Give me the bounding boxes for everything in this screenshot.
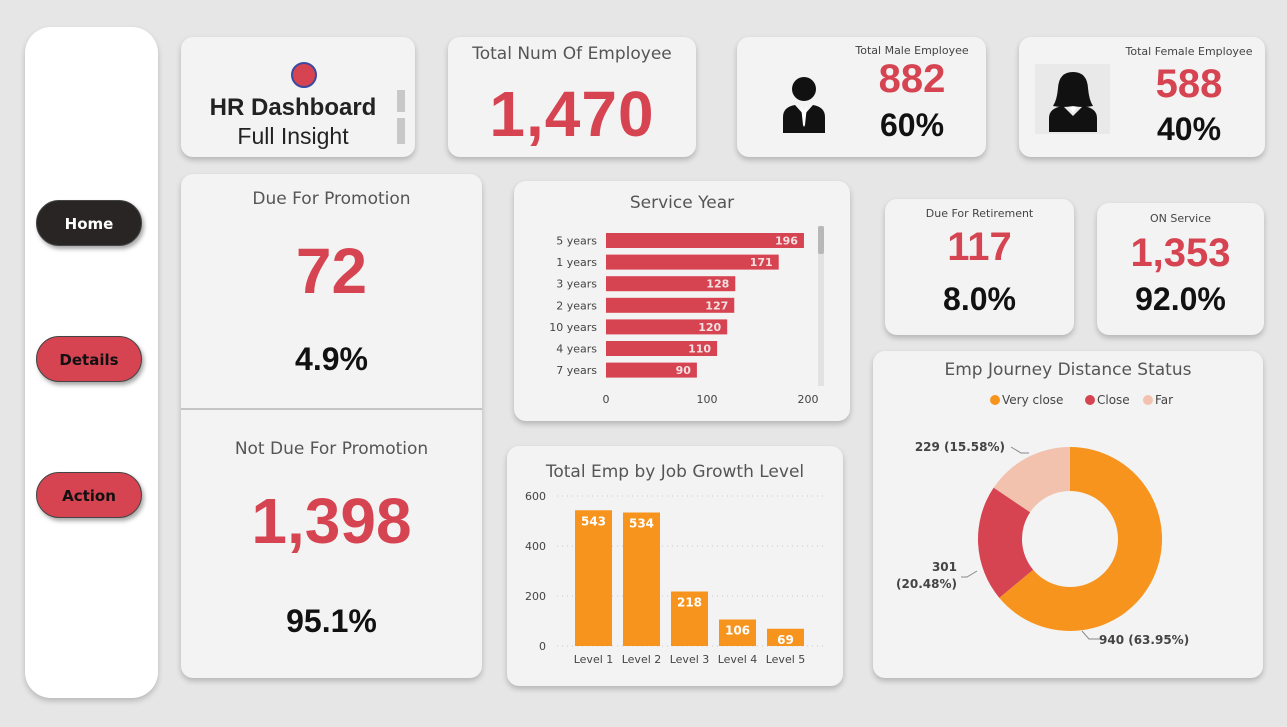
job-growth-bar — [575, 510, 612, 646]
journey-distance-card: Emp Journey Distance Status Very close Cl… — [873, 351, 1263, 678]
job-growth-value-label: 106 — [725, 624, 750, 638]
donut-data-label: 301 — [932, 560, 957, 574]
service-year-value-label: 196 — [775, 235, 798, 248]
male-person-icon — [783, 77, 825, 133]
promotion-card: Due For Promotion 72 4.9% Not Due For Pr… — [181, 174, 482, 678]
job-growth-y-tick: 0 — [539, 640, 546, 653]
total-employee-value: 1,470 — [489, 78, 655, 150]
service-year-value-label: 120 — [698, 321, 721, 334]
action-button[interactable]: Action — [36, 472, 142, 518]
not-due-promotion-title: Not Due For Promotion — [234, 439, 429, 459]
sidebar: Home Details Action — [25, 27, 158, 698]
male-title: Total Male Employee — [855, 44, 969, 57]
due-promotion-title: Due For Promotion — [252, 189, 411, 209]
home-button[interactable]: Home — [36, 200, 142, 246]
job-growth-category-label: Level 3 — [670, 653, 710, 666]
donut-leader-line — [1010, 446, 1029, 454]
job-growth-value-label: 543 — [581, 514, 606, 528]
due-promotion-percent: 4.9% — [295, 341, 368, 377]
page-subtitle: Full Insight — [237, 123, 349, 149]
service-year-category-label: 3 years — [556, 278, 597, 291]
male-percent: 60% — [879, 107, 945, 143]
service-year-value-label: 127 — [705, 299, 728, 312]
service-year-category-label: 7 years — [556, 364, 597, 377]
service-year-scroll-thumb[interactable] — [818, 226, 824, 254]
service-year-category-label: 5 years — [556, 235, 597, 248]
service-year-value-label: 128 — [706, 278, 729, 291]
on-service-percent: 92.0% — [1135, 281, 1226, 317]
on-service-value: 1,353 — [1130, 231, 1231, 275]
retirement-value: 117 — [947, 225, 1012, 269]
total-employee-title: Total Num Of Employee — [472, 44, 672, 64]
legend-marker — [1085, 395, 1095, 405]
not-due-promotion-percent: 95.1% — [286, 603, 377, 639]
title-scrollbar-top — [397, 90, 405, 112]
job-growth-value-label: 69 — [777, 633, 794, 647]
female-value: 588 — [1155, 62, 1223, 106]
service-year-category-label: 2 years — [556, 299, 597, 312]
female-title: Total Female Employee — [1125, 45, 1253, 58]
service-year-category-label: 4 years — [556, 343, 597, 356]
retirement-card: Due For Retirement 117 8.0% — [885, 199, 1074, 335]
job-growth-category-label: Level 2 — [622, 653, 662, 666]
service-year-card: Service Year 5 years 196 1 years 171 3 years… — [514, 181, 850, 421]
journey-distance-chart: Very close Close Far 940 (63.95%) 301 (20.48%… — [896, 393, 1189, 647]
job-growth-category-label: Level 1 — [574, 653, 614, 666]
donut-data-label: (20.48%) — [896, 577, 957, 591]
page-title: HR Dashboard — [209, 94, 377, 121]
total-employee-card: Total Num Of Employee 1,470 — [448, 37, 696, 157]
donut-data-label: 229 (15.58%) — [915, 440, 1005, 454]
legend-label: Close — [1097, 393, 1130, 407]
title-card: HR Dashboard Full Insight — [181, 37, 415, 157]
promotion-divider — [181, 408, 482, 410]
job-growth-bar — [623, 512, 660, 646]
due-promotion-value: 72 — [295, 235, 368, 307]
not-due-promotion-value: 1,398 — [251, 485, 412, 557]
retirement-percent: 8.0% — [943, 281, 1016, 317]
job-growth-category-label: Level 4 — [718, 653, 758, 666]
job-growth-y-tick: 200 — [525, 590, 546, 603]
female-percent: 40% — [1156, 111, 1222, 147]
legend-label: Very close — [1002, 393, 1063, 407]
male-value: 882 — [878, 57, 946, 101]
legend-marker — [990, 395, 1000, 405]
job-growth-value-label: 534 — [629, 517, 654, 531]
service-year-value-label: 90 — [676, 364, 692, 377]
job-growth-value-label: 218 — [677, 596, 702, 610]
job-growth-chart: 0 200 400 600 543 Level 1 534 Level 2 218 Level 3… — [525, 490, 823, 666]
job-growth-y-tick: 400 — [525, 540, 546, 553]
service-year-chart: 5 years 196 1 years 171 3 years 128 2 years 127… — [549, 233, 819, 406]
job-growth-y-tick: 600 — [525, 490, 546, 503]
service-year-value-label: 171 — [750, 256, 773, 269]
service-year-scrollbar[interactable] — [818, 226, 824, 386]
service-year-x-tick: 100 — [697, 393, 718, 406]
service-year-category-label: 10 years — [549, 321, 597, 334]
on-service-title: ON Service — [1149, 212, 1212, 225]
job-growth-card: Total Emp by Job Growth Level 0 200 400 600… — [507, 446, 843, 686]
service-year-x-tick: 0 — [603, 393, 610, 406]
details-button[interactable]: Details — [36, 336, 142, 382]
legend-label: Far — [1155, 393, 1173, 407]
logo-icon — [291, 62, 317, 88]
male-employee-card: Total Male Employee 882 60% — [737, 37, 986, 157]
female-employee-card: Total Female Employee 588 40% — [1019, 37, 1265, 157]
title-scrollbar-bottom — [397, 118, 405, 144]
on-service-card: ON Service 1,353 92.0% — [1097, 203, 1264, 335]
donut-data-label: 940 (63.95%) — [1099, 633, 1189, 647]
job-growth-category-label: Level 5 — [766, 653, 806, 666]
service-year-value-label: 110 — [688, 343, 711, 356]
donut-leader-line — [961, 570, 978, 578]
service-year-category-label: 1 years — [556, 256, 597, 269]
service-year-x-tick: 200 — [798, 393, 819, 406]
retirement-title: Due For Retirement — [925, 207, 1034, 220]
legend-marker — [1143, 395, 1153, 405]
female-person-icon — [1049, 72, 1097, 132]
